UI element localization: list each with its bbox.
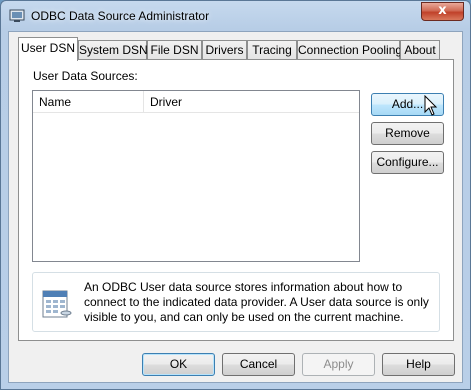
dialog-client-area: User DSN System DSN File DSN Drivers Tra… bbox=[8, 31, 463, 383]
user-dsn-panel: User Data Sources: Name Driver Add... Re… bbox=[18, 59, 454, 341]
title-bar[interactable]: ODBC Data Source Administrator x bbox=[1, 1, 470, 31]
info-description: An ODBC User data source stores informat… bbox=[84, 280, 429, 324]
configure-button[interactable]: Configure... bbox=[371, 151, 444, 174]
close-icon: x bbox=[438, 3, 447, 18]
odbc-admin-icon bbox=[9, 9, 25, 22]
close-button[interactable]: x bbox=[421, 2, 464, 21]
help-button[interactable]: Help bbox=[382, 353, 455, 376]
data-source-icon bbox=[42, 290, 72, 318]
apply-button[interactable]: Apply bbox=[302, 353, 375, 376]
window-title: ODBC Data Source Administrator bbox=[31, 9, 210, 23]
info-box: An ODBC User data source stores informat… bbox=[32, 272, 440, 332]
column-header-driver[interactable]: Driver bbox=[144, 91, 359, 113]
column-header-name[interactable]: Name bbox=[33, 91, 144, 113]
odbc-admin-window: ODBC Data Source Administrator x User DS… bbox=[0, 0, 471, 390]
mouse-pointer-icon bbox=[424, 95, 438, 116]
tab-connection-pooling[interactable]: Connection Pooling bbox=[297, 40, 402, 60]
tab-drivers[interactable]: Drivers bbox=[202, 40, 247, 60]
user-data-sources-label: User Data Sources: bbox=[33, 69, 138, 83]
remove-button[interactable]: Remove bbox=[371, 122, 444, 145]
tab-about[interactable]: About bbox=[400, 40, 440, 60]
user-data-sources-list[interactable]: Name Driver bbox=[32, 90, 360, 262]
cancel-button[interactable]: Cancel bbox=[222, 353, 295, 376]
tab-tracing[interactable]: Tracing bbox=[247, 40, 297, 60]
tab-file-dsn[interactable]: File DSN bbox=[147, 40, 202, 60]
ok-button[interactable]: OK bbox=[142, 353, 215, 376]
tab-user-dsn[interactable]: User DSN bbox=[18, 37, 78, 61]
tab-system-dsn[interactable]: System DSN bbox=[78, 40, 148, 60]
